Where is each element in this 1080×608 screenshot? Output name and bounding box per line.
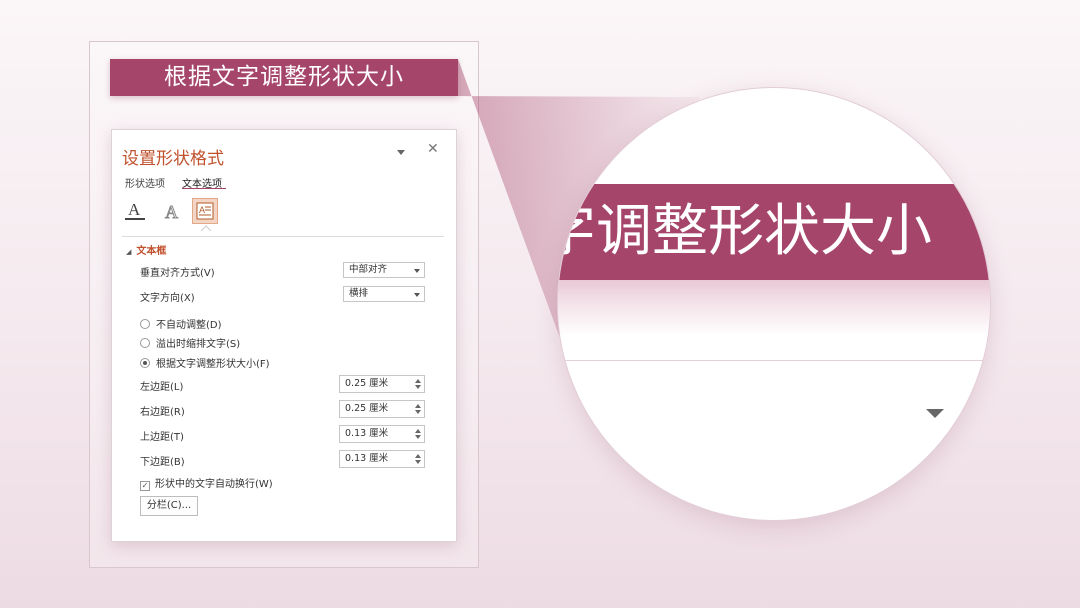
- text-direction-dropdown[interactable]: 横排: [343, 286, 425, 302]
- panel-title: 设置形状格式: [122, 149, 224, 169]
- format-shape-panel: 设置形状格式 ✕ 形状选项 文本选项 A A A ◢ 文本框 垂直对齐方式(V) …: [111, 129, 457, 542]
- spinner-arrows-icon[interactable]: [415, 428, 421, 440]
- left-margin-value: 0.25 厘米: [345, 378, 389, 389]
- section-textbox-header[interactable]: ◢ 文本框: [126, 242, 166, 257]
- active-tab-underline: [182, 188, 226, 189]
- radio-button-selected: [140, 358, 150, 368]
- checkmark-icon: ✓: [140, 481, 150, 491]
- text-effects-icon[interactable]: A: [158, 198, 184, 224]
- radio-label: 溢出时缩排文字(S): [156, 339, 241, 350]
- columns-button[interactable]: 分栏(C)...: [140, 496, 198, 516]
- spinner-arrows-icon[interactable]: [415, 453, 421, 465]
- radio-label: 不自动调整(D): [156, 320, 222, 331]
- radio-button: [140, 338, 150, 348]
- top-margin-value: 0.13 厘米: [345, 428, 389, 439]
- tab-shape-options[interactable]: 形状选项: [125, 175, 165, 190]
- left-margin-input[interactable]: 0.25 厘米: [339, 375, 425, 393]
- bottom-margin-input[interactable]: 0.13 厘米: [339, 450, 425, 468]
- magnifier-circle: 字调整形状大小: [558, 88, 990, 520]
- title-banner: 根据文字调整形状大小: [110, 59, 458, 96]
- panel-options-dropdown-icon[interactable]: [395, 147, 407, 157]
- bottom-margin-label: 下边距(B): [140, 457, 185, 468]
- top-margin-label: 上边距(T): [140, 432, 184, 443]
- wrap-text-label: 形状中的文字自动换行(W): [155, 479, 273, 490]
- svg-text:A: A: [128, 200, 141, 219]
- text-direction-label: 文字方向(X): [140, 293, 195, 304]
- radio-label: 根据文字调整形状大小(F): [156, 359, 270, 370]
- collapse-triangle-icon: ◢: [126, 248, 132, 256]
- text-fill-outline-icon[interactable]: A: [122, 198, 148, 224]
- vertical-align-value: 中部对齐: [349, 264, 388, 275]
- right-margin-input[interactable]: 0.25 厘米: [339, 400, 425, 418]
- svg-text:A: A: [165, 202, 178, 222]
- top-margin-input[interactable]: 0.13 厘米: [339, 425, 425, 443]
- textbox-icon[interactable]: A: [192, 198, 218, 224]
- section-title: 文本框: [136, 246, 167, 257]
- radio-button: [140, 319, 150, 329]
- right-margin-value: 0.25 厘米: [345, 403, 389, 414]
- chevron-down-icon: [414, 293, 420, 297]
- magnified-divider: [558, 360, 990, 361]
- wrap-text-checkbox[interactable]: ✓ 形状中的文字自动换行(W): [140, 475, 273, 491]
- text-direction-value: 横排: [349, 288, 369, 299]
- close-icon[interactable]: ✕: [427, 141, 439, 157]
- divider: [122, 236, 444, 237]
- svg-text:A: A: [199, 205, 205, 215]
- radio-shrink-on-overflow[interactable]: 溢出时缩排文字(S): [140, 335, 240, 350]
- selected-indicator-icon: [201, 225, 211, 231]
- spinner-arrows-icon[interactable]: [415, 378, 421, 390]
- radio-no-autofit[interactable]: 不自动调整(D): [140, 316, 222, 331]
- spinner-arrows-icon[interactable]: [415, 403, 421, 415]
- vertical-align-dropdown[interactable]: 中部对齐: [343, 262, 425, 278]
- magnified-banner: 字调整形状大小: [558, 184, 990, 280]
- vertical-align-label: 垂直对齐方式(V): [140, 268, 215, 279]
- right-margin-label: 右边距(R): [140, 407, 185, 418]
- radio-resize-shape-to-fit[interactable]: 根据文字调整形状大小(F): [140, 355, 270, 370]
- magnified-shadow-band: [558, 280, 990, 360]
- bottom-margin-value: 0.13 厘米: [345, 453, 389, 464]
- left-margin-label: 左边距(L): [140, 382, 184, 393]
- magnified-chevron-down-icon: [926, 409, 944, 418]
- chevron-down-icon: [414, 269, 420, 273]
